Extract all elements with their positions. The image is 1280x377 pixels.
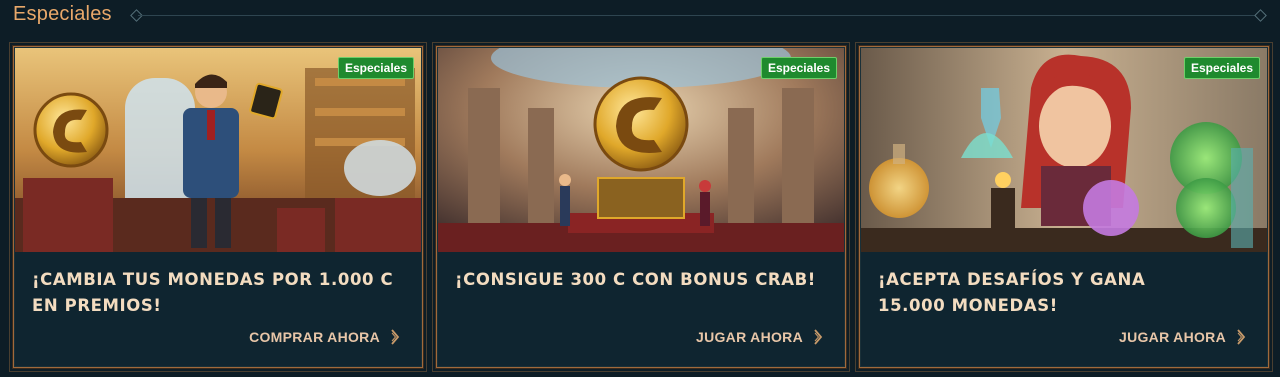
header-divider	[138, 15, 1262, 16]
card-title-line: 15.000 MONEDAS!	[878, 296, 1058, 315]
buy-now-button[interactable]: COMPRAR AHORA	[249, 327, 400, 347]
cta-label: COMPRAR AHORA	[249, 329, 380, 345]
card-title: ¡CAMBIA TUS MONEDAS POR 1.000 C EN PREMI…	[32, 267, 402, 319]
card-title: ¡ACEPTA DESAFÍOS Y GANA 15.000 MONEDAS!	[878, 267, 1248, 319]
card-title-line: ¡ACEPTA DESAFÍOS Y GANA	[878, 270, 1146, 289]
diamond-icon	[1254, 9, 1267, 22]
card-title-line: EN PREMIOS!	[32, 296, 162, 315]
section-header: Especiales	[0, 0, 1280, 34]
promo-card-exchange[interactable]: Especiales ¡CAMBIA TUS MONEDAS POR 1.000…	[9, 42, 427, 372]
category-badge: Especiales	[1183, 57, 1260, 79]
play-now-button[interactable]: JUGAR AHORA	[1119, 327, 1246, 347]
promo-card-challenges[interactable]: Especiales ¡ACEPTA DESAFÍOS Y GANA 15.00…	[855, 42, 1273, 372]
card-title: ¡CONSIGUE 300 C CON BONUS CRAB!	[455, 267, 825, 293]
chevron-right-icon	[391, 329, 400, 345]
promo-card-bonus[interactable]: Especiales ¡CONSIGUE 300 C CON BONUS CRA…	[432, 42, 850, 372]
play-now-button[interactable]: JUGAR AHORA	[696, 327, 823, 347]
card-illustration: Especiales	[861, 48, 1267, 252]
category-badge: Especiales	[760, 57, 837, 79]
category-badge: Especiales	[337, 57, 414, 79]
card-title-line: ¡CONSIGUE 300 C CON BONUS CRAB!	[455, 270, 816, 289]
section-title: Especiales	[13, 3, 112, 25]
chevron-right-icon	[1237, 329, 1246, 345]
cta-label: JUGAR AHORA	[695, 329, 803, 345]
chevron-right-icon	[814, 329, 823, 345]
card-illustration: Especiales	[438, 48, 844, 252]
card-illustration: Especiales	[15, 48, 421, 252]
cta-label: JUGAR AHORA	[1118, 329, 1226, 345]
card-title-line: ¡CAMBIA TUS MONEDAS POR 1.000 C	[32, 270, 394, 289]
